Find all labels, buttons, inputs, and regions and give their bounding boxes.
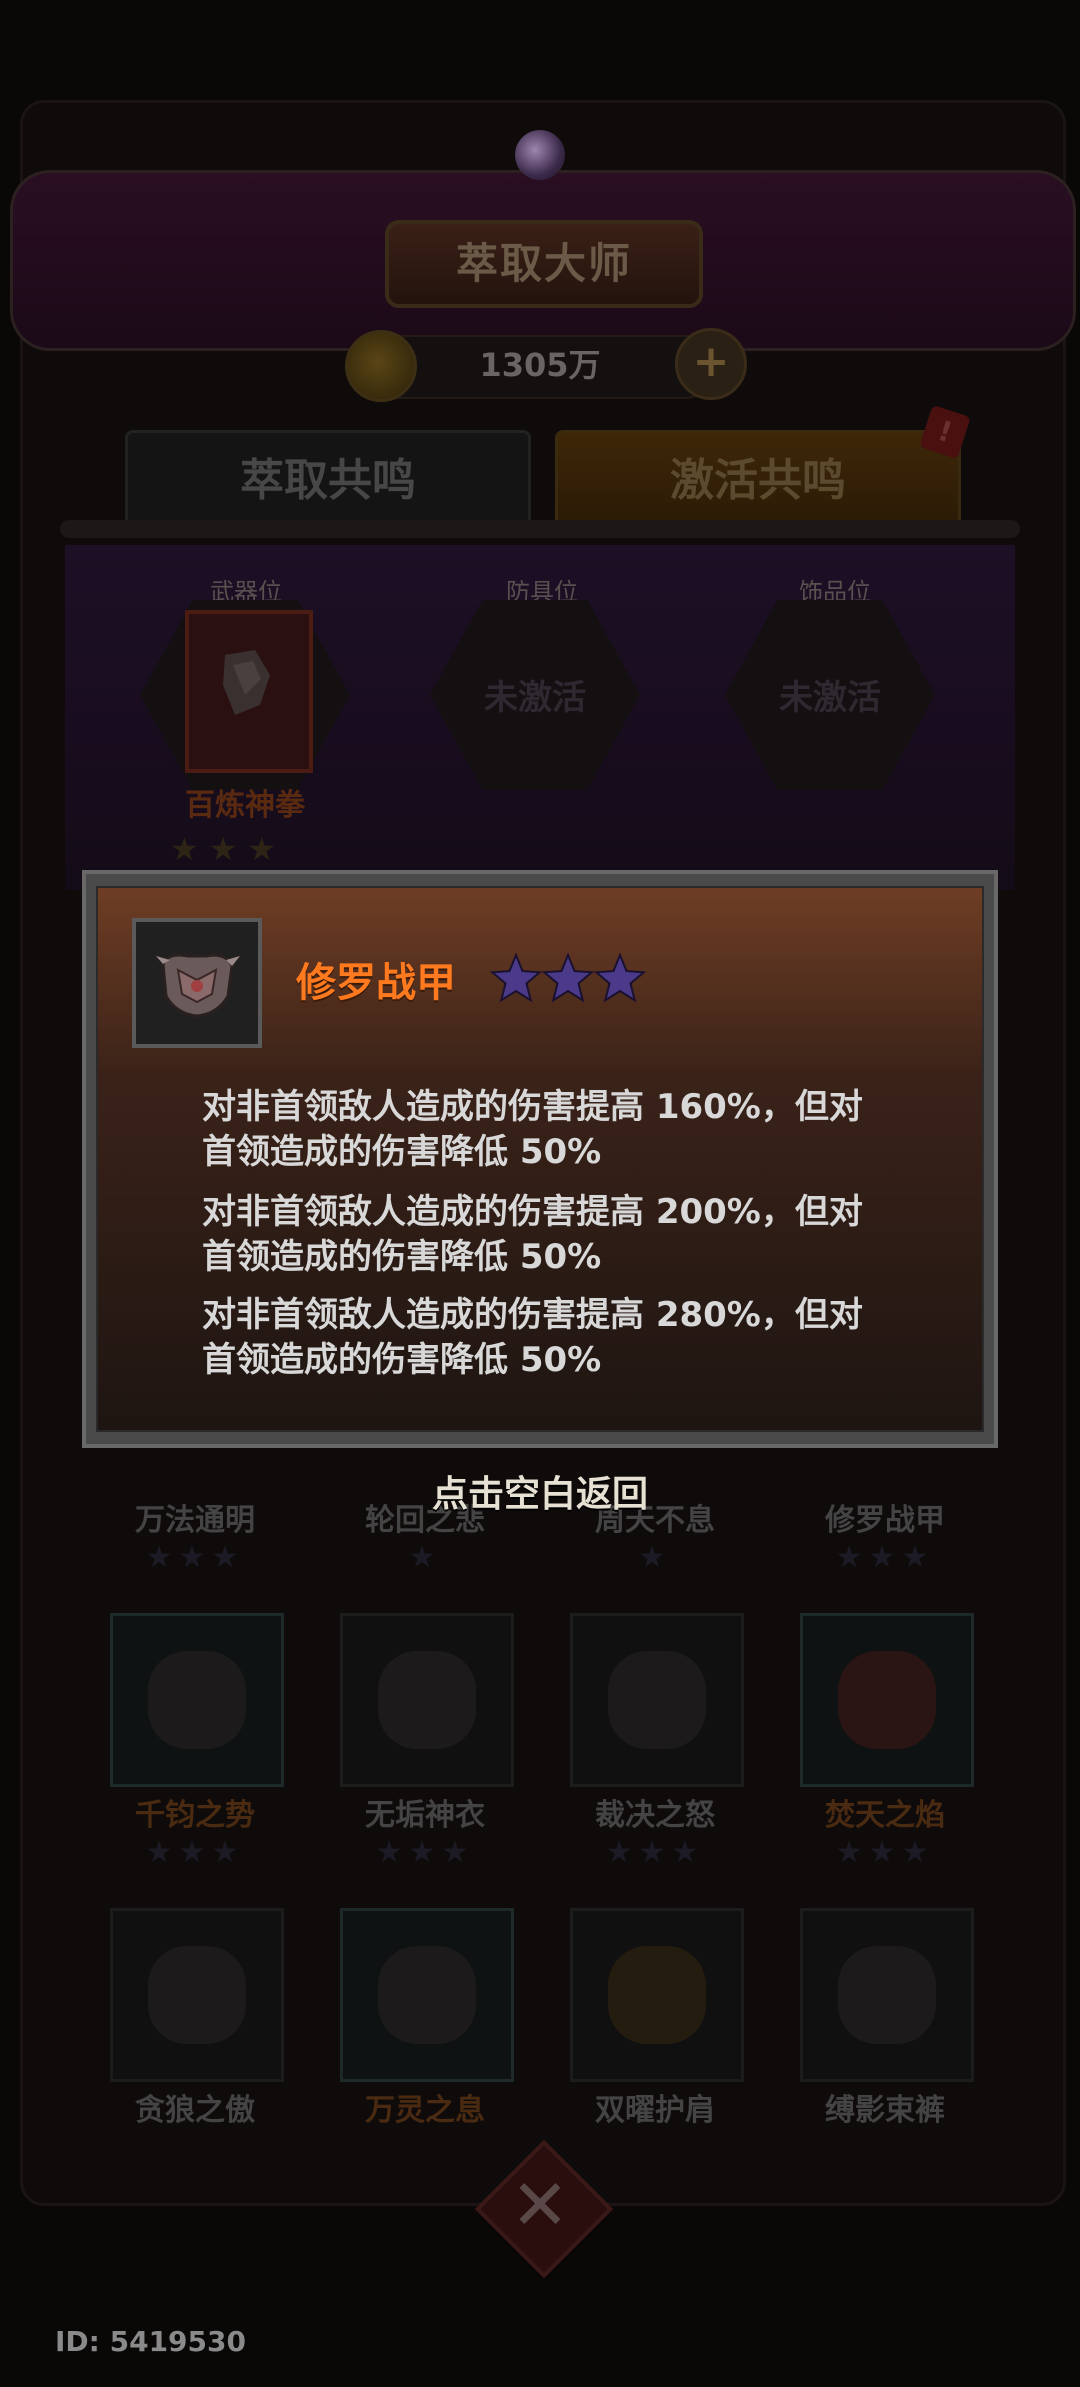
- effect-description-3: 对非首领敌人造成的伤害提高 280%，但对 首领造成的伤害降低 50%: [202, 1293, 922, 1383]
- item-name: 千钧之势: [135, 1798, 255, 1833]
- currency-amount: 1305万: [479, 346, 601, 384]
- tab-activate-resonance[interactable]: 激活共鸣: [555, 430, 961, 531]
- item-name: 万法通明: [135, 1503, 255, 1538]
- effect-line: 首领造成的伤害降低 50%: [202, 1237, 602, 1277]
- armor-art-icon: [148, 1651, 246, 1749]
- tap-to-return-hint[interactable]: 点击空白返回: [380, 1465, 700, 1517]
- effect-description-2: 对非首领敌人造成的伤害提高 200%，但对 首领造成的伤害降低 50%: [202, 1190, 922, 1280]
- star-icon: [490, 952, 543, 1003]
- item-slot[interactable]: [800, 1613, 974, 1787]
- weapon-item-name: 百炼神拳: [185, 788, 305, 823]
- item-name: 修罗战甲: [825, 1503, 945, 1538]
- item-slot[interactable]: [110, 1908, 284, 2082]
- item-slot[interactable]: [340, 1908, 514, 2082]
- item-stars: ★★★: [375, 1835, 475, 1870]
- item-slot[interactable]: [570, 1908, 744, 2082]
- slot-status: 未激活: [779, 678, 881, 718]
- effect-line: 对非首领敌人造成的伤害提高 160%，但对: [202, 1087, 863, 1127]
- item-name: 无垢神衣: [365, 1798, 485, 1833]
- item-name: 缚影束裤: [825, 2093, 945, 2128]
- wolf-art-icon: [148, 1946, 246, 2044]
- item-name: 贪狼之傲: [135, 2093, 255, 2128]
- item-slot[interactable]: [110, 1613, 284, 1787]
- robe-art-icon: [378, 1651, 476, 1749]
- star-rating: [490, 952, 647, 1003]
- item-slot[interactable]: [570, 1613, 744, 1787]
- item-stars: ★: [638, 1540, 672, 1575]
- add-currency-button[interactable]: +: [675, 328, 747, 400]
- item-name: 双曜护肩: [595, 2093, 715, 2128]
- claw-art-icon: [838, 1651, 936, 1749]
- item-slot[interactable]: [340, 1613, 514, 1787]
- item-slot[interactable]: [800, 1908, 974, 2082]
- effect-line: 首领造成的伤害降低 50%: [202, 1340, 602, 1380]
- item-stars: ★★★: [145, 1835, 245, 1870]
- close-button[interactable]: ✕: [495, 2165, 585, 2245]
- star-icon: [541, 952, 595, 1003]
- item-name: 裁决之怒: [595, 1798, 715, 1833]
- item-stars: ★★★: [145, 1540, 245, 1575]
- user-id: ID: 5419530: [55, 2325, 246, 2358]
- slot-status: 未激活: [484, 678, 586, 718]
- weapon-stars: ★★★: [170, 830, 287, 868]
- tab-extract-resonance[interactable]: 萃取共鸣: [125, 430, 531, 531]
- helmet-art-icon: [608, 1651, 706, 1749]
- item-stars: ★★★: [605, 1835, 705, 1870]
- shoulder-art-icon: [608, 1946, 706, 2044]
- effect-line: 对非首领敌人造成的伤害提高 280%，但对: [202, 1295, 863, 1335]
- pants-art-icon: [838, 1946, 936, 2044]
- effect-description-1: 对非首领敌人造成的伤害提高 160%，但对 首领造成的伤害降低 50%: [202, 1085, 922, 1175]
- item-stars: ★★★: [835, 1835, 935, 1870]
- chest-armor-icon: [156, 953, 240, 1018]
- slot-weapon[interactable]: [140, 600, 350, 790]
- slot-armor[interactable]: 未激活: [430, 600, 640, 790]
- orb-ornament: [515, 130, 565, 180]
- tab-rail: [60, 520, 1020, 538]
- effect-line: 对非首领敌人造成的伤害提高 200%，但对: [202, 1192, 863, 1232]
- popup-item-title: 修罗战甲: [296, 960, 456, 1006]
- page-title: 萃取大师: [385, 220, 703, 308]
- spirit-art-icon: [378, 1946, 476, 2044]
- fist-weapon-icon: [223, 650, 270, 715]
- item-name: 焚天之焰: [825, 1798, 945, 1833]
- coin-icon: [345, 330, 417, 402]
- slot-accessory[interactable]: 未激活: [725, 600, 935, 790]
- effect-line: 首领造成的伤害降低 50%: [202, 1132, 602, 1172]
- item-stars: ★: [408, 1540, 442, 1575]
- item-name: 万灵之息: [365, 2093, 485, 2128]
- item-stars: ★★★: [835, 1540, 935, 1575]
- star-icon: [593, 952, 647, 1003]
